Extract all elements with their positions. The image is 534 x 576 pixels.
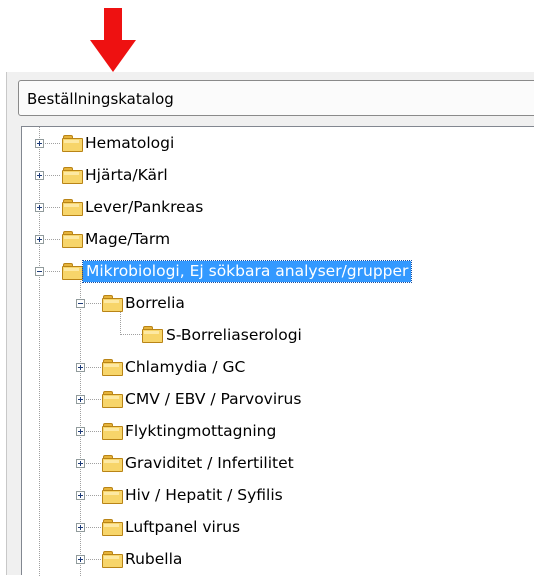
folder-icon xyxy=(102,359,123,376)
tree-line-root xyxy=(39,127,41,576)
folder-icon xyxy=(62,263,83,280)
tree-node-label: Hjärta/Kärl xyxy=(85,166,168,184)
red-arrow-annotation xyxy=(90,8,136,74)
expand-plus-icon[interactable] xyxy=(76,523,85,532)
expand-plus-icon[interactable] xyxy=(76,427,85,436)
catalog-tree[interactable]: Hematologi Hjärta/Kärl Lever/Pankreas Ma… xyxy=(21,126,534,576)
tree-node-label: Hematologi xyxy=(85,134,175,152)
tree-node-label: Luftpanel virus xyxy=(125,518,241,536)
tree-node-mikrobiologi[interactable]: Mikrobiologi, Ej sökbara analyser/gruppe… xyxy=(22,259,522,285)
folder-icon xyxy=(102,487,123,504)
folder-icon xyxy=(102,391,123,408)
collapse-minus-icon[interactable] xyxy=(35,267,44,276)
expand-plus-icon[interactable] xyxy=(35,235,44,244)
folder-icon xyxy=(62,231,83,248)
tree-line-borrelia-child xyxy=(120,334,142,336)
folder-icon xyxy=(62,199,83,216)
tree-node-label: Hiv / Hepatit / Syfilis xyxy=(125,486,283,504)
expand-plus-icon[interactable] xyxy=(35,171,44,180)
folder-icon xyxy=(102,519,123,536)
tree-node-label: Mage/Tarm xyxy=(85,230,171,248)
catalog-combobox-value: Beställningskatalog xyxy=(27,90,174,108)
collapse-minus-icon[interactable] xyxy=(76,299,85,308)
folder-icon xyxy=(102,455,123,472)
folder-icon xyxy=(62,167,83,184)
tree-node-label: CMV / EBV / Parvovirus xyxy=(125,390,302,408)
expand-plus-icon[interactable] xyxy=(35,139,44,148)
folder-icon xyxy=(102,295,123,312)
expand-plus-icon[interactable] xyxy=(76,555,85,564)
expand-plus-icon[interactable] xyxy=(35,203,44,212)
tree-node-label: Chlamydia / GC xyxy=(125,358,246,376)
folder-icon xyxy=(142,326,163,343)
expand-plus-icon[interactable] xyxy=(76,363,85,372)
tree-node-label: Borrelia xyxy=(125,294,185,312)
arrow-shaft xyxy=(104,8,122,42)
catalog-combobox[interactable]: Beställningskatalog xyxy=(18,80,534,116)
tree-node-label: Flyktingmottagning xyxy=(125,422,277,440)
tree-node-label: Lever/Pankreas xyxy=(85,198,204,216)
folder-icon xyxy=(102,423,123,440)
folder-icon xyxy=(62,135,83,152)
folder-icon xyxy=(102,551,123,568)
expand-plus-icon[interactable] xyxy=(76,459,85,468)
arrow-head xyxy=(90,40,136,72)
expand-plus-icon[interactable] xyxy=(76,491,85,500)
tree-node-label: S-Borreliaserologi xyxy=(166,326,302,344)
expand-plus-icon[interactable] xyxy=(76,395,85,404)
tree-node-label: Graviditet / Infertilitet xyxy=(125,454,294,472)
tree-node-label-selected: Mikrobiologi, Ej sökbara analyser/gruppe… xyxy=(81,260,413,283)
tree-node-label: Rubella xyxy=(125,550,183,568)
